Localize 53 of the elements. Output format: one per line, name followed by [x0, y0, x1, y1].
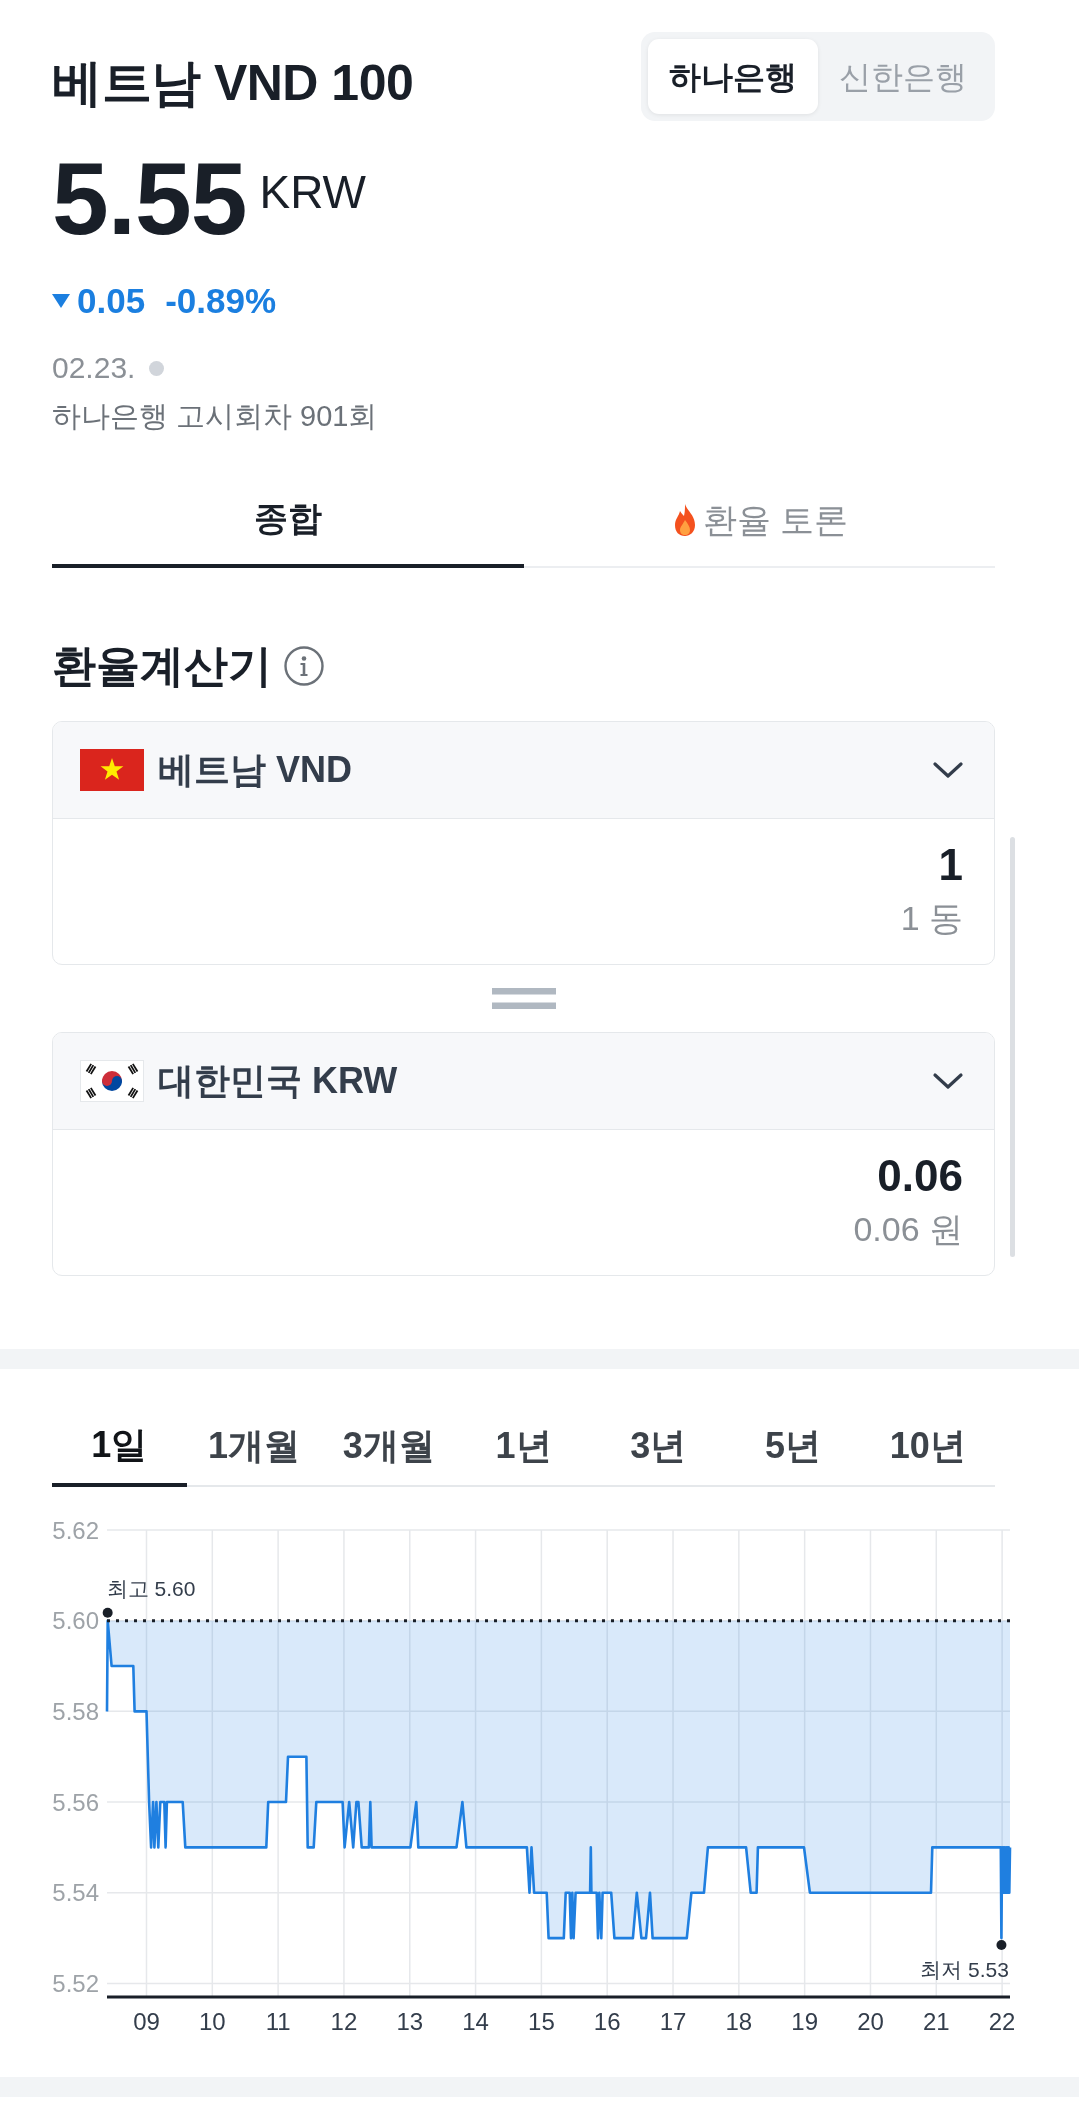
period-tab[interactable]: 5년 [725, 1406, 861, 1487]
exchange-rate: 5.55 [52, 148, 247, 250]
x-axis-label: 21 [922, 2008, 950, 2035]
y-axis-label: 5.54 [52, 1879, 99, 1907]
equals-icon [491, 988, 556, 1009]
high-label: 최고 5.60 [106, 1576, 196, 1600]
y-axis-label: 5.58 [52, 1697, 99, 1725]
y-axis-label: 5.52 [52, 1969, 99, 1997]
period-tab[interactable]: 3년 [590, 1406, 726, 1487]
x-axis-label: 18 [725, 2008, 753, 2035]
chevron-down-icon [932, 1071, 964, 1091]
period-tab[interactable]: 10년 [860, 1406, 996, 1487]
amount-input[interactable]: 0.06 [83, 1154, 963, 1198]
x-axis-label: 11 [265, 2008, 291, 2035]
x-axis-label: 10 [198, 2008, 226, 2035]
period-tab[interactable]: 1년 [456, 1406, 591, 1487]
change-percent: -0.89% [165, 283, 277, 318]
y-axis-label: 5.60 [52, 1607, 99, 1635]
low-point-dot-icon [996, 1940, 1007, 1951]
x-axis-label: 12 [330, 2008, 358, 2035]
announcement-round: 하나은행 고시회차 901회 [52, 402, 379, 431]
korea-flag-icon [80, 1060, 144, 1102]
chevron-down-icon [932, 760, 964, 780]
x-axis-label: 22 [988, 2008, 1014, 2035]
period-tab[interactable]: 3개월 [321, 1406, 457, 1487]
x-axis-label: 17 [659, 2008, 687, 2035]
currency-select[interactable]: 대한민국 KRW [53, 1033, 994, 1130]
amount-in-words: 1 동 [900, 901, 963, 935]
y-axis-label: 5.56 [52, 1788, 99, 1816]
update-date: 02.23. [52, 353, 136, 383]
amount-in-words: 0.06 원 [853, 1212, 963, 1246]
low-label: 최저 5.53 [920, 1958, 1009, 1982]
period-tab[interactable]: 1개월 [186, 1406, 322, 1487]
info-icon [284, 646, 324, 686]
amount-input[interactable]: 1 [83, 843, 963, 887]
vietnam-flag-icon [80, 749, 144, 791]
x-axis-label: 20 [857, 2008, 884, 2035]
page-title: 베트남 VND 100 [52, 57, 414, 108]
calculator-title: 환율계산기 [52, 644, 272, 688]
section-tab[interactable]: 종합 [52, 493, 524, 568]
currency-select[interactable]: 베트남 VND [53, 722, 994, 819]
currency-code: KRW [259, 169, 367, 215]
x-axis-label: 15 [528, 2008, 555, 2035]
high-point-dot-icon [102, 1607, 113, 1618]
x-axis-label: 19 [791, 2008, 819, 2035]
period-tab[interactable]: 1일 [52, 1406, 187, 1487]
x-axis-label: 13 [396, 2008, 424, 2035]
x-axis-label: 16 [593, 2008, 621, 2035]
x-axis-label: 14 [462, 2008, 489, 2035]
y-axis-label: 5.62 [52, 1516, 99, 1544]
change-amount: 0.05 [77, 283, 146, 318]
bank-tab[interactable]: 하나은행 [648, 39, 818, 114]
x-axis-label: 09 [133, 2008, 160, 2035]
